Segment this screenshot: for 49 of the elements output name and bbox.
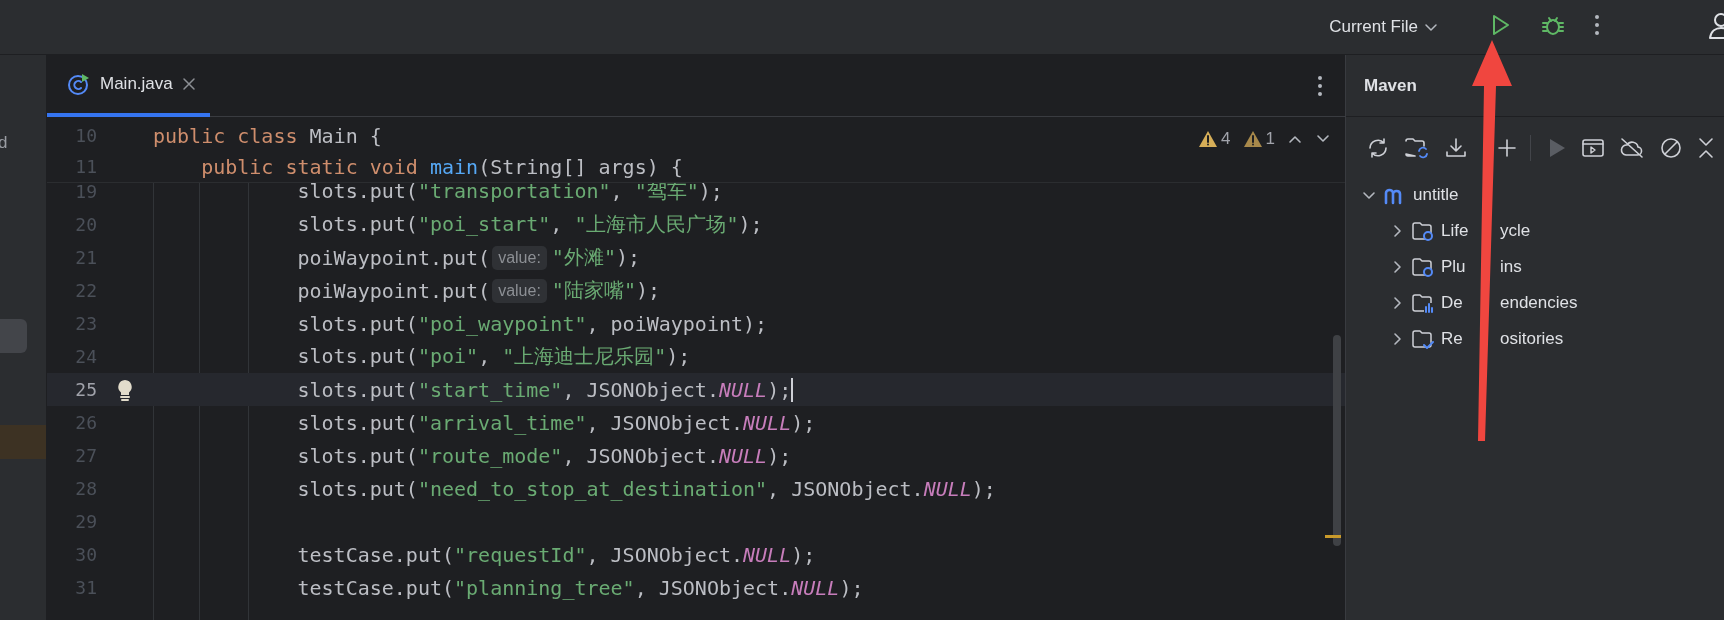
download-icon[interactable] [1444,136,1468,160]
more-options-icon[interactable] [1317,74,1323,97]
code-text: slots.put("start_time", JSONObject.NULL); [296,377,792,402]
close-icon[interactable] [181,77,196,91]
tree-item[interactable]: untitle [1413,185,1459,205]
code-text: "外滩"); [551,244,641,271]
text-cursor [791,377,794,402]
tree-item-text[interactable]: Life [1441,221,1469,241]
warning-count: 1 [1265,129,1275,149]
code-text: "陆家嘴"); [551,277,661,304]
folder-check-icon [1411,328,1435,350]
tree-item-text[interactable]: Plu [1441,257,1466,277]
offline-cloud-icon[interactable] [1619,136,1645,160]
code-text: slots.put("arrival_time", JSONObject.NULL); [296,410,816,435]
collapse-all-icon[interactable] [1697,136,1715,160]
code-text: slots.put("poi_waypoint", poiWaypoint); [296,311,768,336]
tree-item-text[interactable]: ins [1500,257,1522,277]
code-text: slots.put("poi_start", "上海市人民广场"); [296,211,763,238]
tree-item-text[interactable]: endencies [1500,293,1578,313]
code-text: slots.put("need_to_stop_at_destination", JSONObject.NULL); [296,476,996,501]
run-configuration-icon[interactable] [1581,137,1605,159]
tree-item-text[interactable]: ycle [1500,221,1531,241]
more-options-icon[interactable] [1594,14,1600,36]
code-text: public static void main(String[] args) { [200,154,683,179]
code-text: poiWaypoint.put( [296,278,491,303]
warning-count: 4 [1221,129,1231,149]
tree-item-text[interactable]: De [1441,293,1463,313]
code-text: slots.put("poi", "上海迪士尼乐园"); [296,343,691,370]
selected-item-highlight [0,319,27,353]
parameter-hint: value: [492,278,547,303]
folder-chart-icon [1411,292,1435,314]
java-class-icon [67,72,91,96]
tree-item-text[interactable]: ositories [1500,329,1564,349]
tree-item-text[interactable]: Re [1441,329,1463,349]
folder-refresh-icon[interactable] [1404,136,1430,160]
scrollbar-thumb[interactable] [1333,335,1341,546]
code-text: testCase.put("planning_tree", JSONObject.NULL); [296,575,864,600]
code-text: testCase.put("requestId", JSONObject.NULL); [296,542,816,567]
modified-item-highlight [0,425,46,459]
code-text: slots.put("route_mode", JSONObject.NULL); [296,443,792,468]
reload-icon[interactable] [1366,136,1390,160]
code-text: public class Main { [153,123,382,148]
code-text: poiWaypoint.put( [296,245,491,270]
parameter-hint: value: [492,245,547,270]
code-text: slots.put("transportation", "驾车"); [296,178,723,205]
run-configuration-dropdown[interactable]: Current File [1323,10,1444,44]
line-number: 25 [74,379,97,400]
add-icon[interactable] [1498,139,1516,157]
warning-marker[interactable] [1325,535,1341,538]
